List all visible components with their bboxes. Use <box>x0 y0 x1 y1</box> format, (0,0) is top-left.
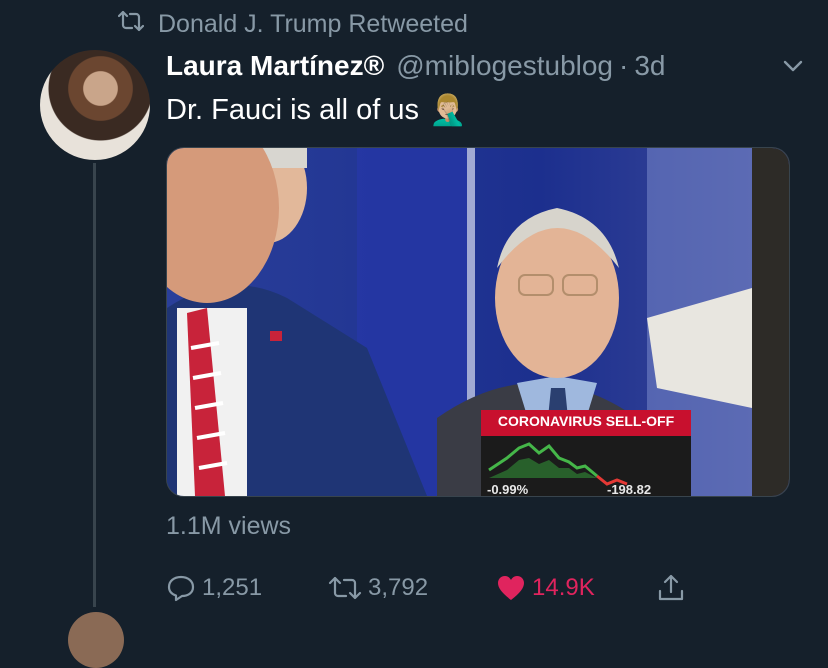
tweet-body: Dr. Fauci is all of us 🤦🏼‍♂️ <box>166 90 466 130</box>
chyron-ticker-right: -198.82 <box>607 482 652 497</box>
reply-button[interactable]: 1,251 <box>166 574 262 602</box>
tweet-text: Dr. Fauci is all of us <box>166 93 420 126</box>
video-frame <box>167 148 789 496</box>
chyron-title: CORONAVIRUS SELL-OFF <box>497 413 675 429</box>
reply-count: 1,251 <box>202 574 263 601</box>
next-tweet-avatar[interactable] <box>68 612 124 668</box>
like-count: 14.9K <box>532 574 595 601</box>
chyron-ticker-left: -0.99% <box>487 482 529 497</box>
retweet-button[interactable]: 3,792 <box>328 574 428 602</box>
retweet-action-icon <box>328 575 362 601</box>
author-avatar[interactable] <box>40 50 150 160</box>
share-button[interactable] <box>656 573 686 603</box>
action-bar: 1,251 3,792 14.9K <box>166 568 726 608</box>
tweet-video[interactable]: CORONAVIRUS SELL-OFF -0.99% -198.82 <box>166 147 790 497</box>
reply-icon <box>166 574 196 602</box>
retweet-context[interactable]: Donald J. Trump Retweeted <box>117 8 468 40</box>
view-count: 1.1M views <box>166 512 292 540</box>
retweet-icon <box>117 10 145 39</box>
author-name[interactable]: Laura Martínez® <box>166 50 384 82</box>
heart-icon <box>496 574 526 602</box>
facepalm-emoji: 🤦🏼‍♂️ <box>429 93 467 127</box>
tweet-header: Laura Martínez® @miblogestublog · 3d <box>166 47 806 85</box>
chevron-down-icon[interactable] <box>780 53 806 79</box>
author-handle[interactable]: @miblogestublog <box>396 50 613 82</box>
header-separator: · <box>619 50 629 81</box>
retweet-count: 3,792 <box>368 574 429 601</box>
share-icon <box>656 573 686 603</box>
thread-connector <box>93 163 96 607</box>
retweet-context-label: Donald J. Trump Retweeted <box>158 9 468 38</box>
tweet-timestamp[interactable]: 3d <box>634 50 665 82</box>
like-button[interactable]: 14.9K <box>496 574 595 602</box>
